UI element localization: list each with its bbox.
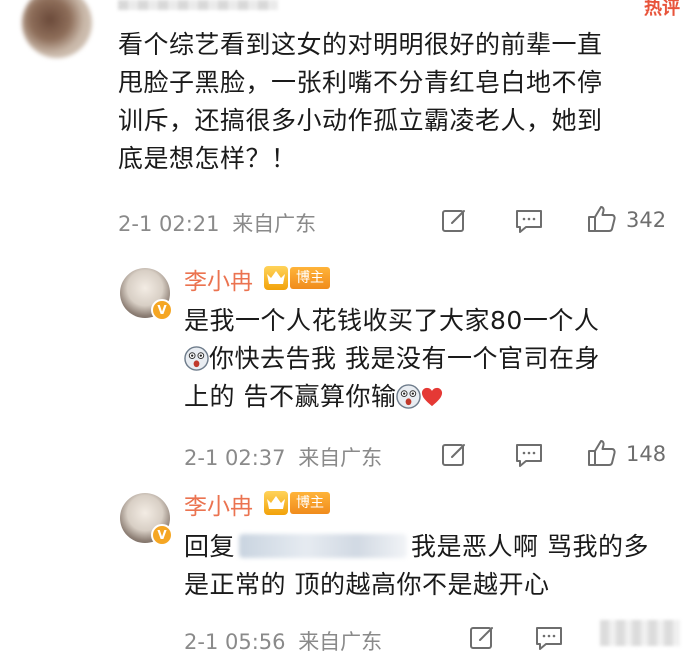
- blogger-badge: 博主: [290, 492, 330, 514]
- like-count: 342: [626, 208, 667, 232]
- thumbs-up-icon[interactable]: [586, 204, 618, 234]
- blurred-watermark: [600, 620, 680, 646]
- comment-line: 甩脸子黑脸，一张利嘴不分青红皂白地不停: [118, 68, 603, 97]
- surprised-emoji-icon: [184, 346, 209, 371]
- comment-location: 来自广东: [232, 212, 317, 236]
- hot-comment-tag: 热评: [644, 0, 680, 19]
- comment-bubble-icon[interactable]: [534, 624, 564, 652]
- reply-time: 2-1 05:56: [184, 630, 286, 654]
- reply-line-text: 上的 告不赢算你输: [184, 382, 397, 411]
- comment-edit-icon[interactable]: [440, 207, 468, 235]
- comment-line: 底是想怎样？！: [118, 144, 297, 173]
- reply-line-text: 你快去告我 我是没有一个官司在身: [209, 344, 600, 373]
- reply-line: 是我一个人花钱收买了大家80一个人: [184, 306, 600, 335]
- comment-edit-icon[interactable]: [440, 441, 468, 469]
- thumbs-up-icon[interactable]: [586, 438, 618, 468]
- blurred-username[interactable]: [118, 0, 278, 10]
- reply-line: 是正常的 顶的越高你不是越开心: [184, 570, 550, 599]
- avatar[interactable]: [22, 0, 92, 58]
- comment-bubble-icon[interactable]: [514, 441, 544, 469]
- reply-prefix: 回复: [184, 532, 236, 561]
- crown-icon: [264, 491, 288, 515]
- reply-line: 上的 告不赢算你输: [184, 378, 674, 416]
- surprised-emoji-icon: [396, 384, 422, 409]
- comment-edit-icon[interactable]: [468, 624, 496, 652]
- reply-meta: 2-1 05:56 来自广东: [184, 626, 382, 656]
- comment-line: 看个综艺看到这女的对明明很好的前辈一直: [118, 30, 603, 59]
- comment-meta: 2-1 02:21 来自广东: [118, 208, 316, 238]
- blogger-badge: 博主: [290, 267, 330, 289]
- like-count: 148: [626, 442, 667, 466]
- comment-text: 看个综艺看到这女的对明明很好的前辈一直 甩脸子黑脸，一张利嘴不分青红皂白地不停 …: [118, 26, 658, 178]
- avatar[interactable]: V: [120, 268, 173, 321]
- verified-badge: V: [151, 524, 173, 546]
- reply-location: 来自广东: [298, 446, 383, 470]
- red-heart-icon: [422, 387, 443, 407]
- avatar[interactable]: V: [120, 493, 173, 546]
- reply-meta: 2-1 02:37 来自广东: [184, 442, 382, 472]
- reply-line-text: 我是恶人啊 骂我的多: [411, 532, 649, 561]
- reply-line: 回复 我是恶人啊 骂我的多: [184, 528, 674, 566]
- reply-time: 2-1 02:37: [184, 446, 286, 470]
- comment-time: 2-1 02:21: [118, 212, 220, 236]
- blurred-username[interactable]: [239, 534, 408, 558]
- verified-badge: V: [151, 299, 173, 321]
- author-name[interactable]: 李小冉: [184, 487, 253, 521]
- reply-text: 回复 我是恶人啊 骂我的多 是正常的 顶的越高你不是越开心: [184, 528, 674, 604]
- comment-line: 训斥，还搞很多小动作孤立霸凌老人，她到: [118, 106, 603, 135]
- crown-icon: [264, 266, 288, 290]
- reply-text: 是我一个人花钱收买了大家80一个人 你快去告我 我是没有一个官司在身 上的 告不…: [184, 302, 674, 416]
- comment-bubble-icon[interactable]: [514, 207, 544, 235]
- reply-line: 你快去告我 我是没有一个官司在身: [184, 340, 674, 378]
- reply-location: 来自广东: [298, 630, 383, 654]
- author-name[interactable]: 李小冉: [184, 262, 253, 296]
